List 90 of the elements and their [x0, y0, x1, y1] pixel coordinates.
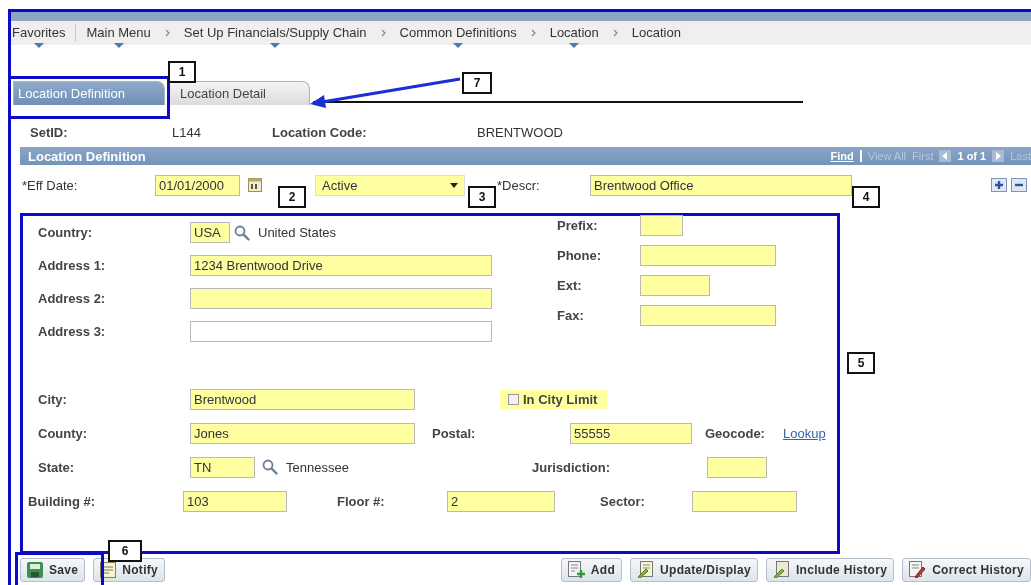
toolbar-button[interactable]: Add — [560, 557, 623, 582]
next-icon[interactable] — [992, 150, 1005, 162]
callout-number: 1 — [168, 61, 196, 83]
location-code-value: BRENTWOOD — [477, 124, 563, 140]
field-label: Phone: — [557, 247, 603, 263]
field-label: Fax: — [557, 307, 585, 323]
field-label: State: — [38, 459, 76, 475]
text-field[interactable] — [640, 214, 683, 236]
country-name: United States — [258, 225, 337, 240]
field-label: Sector: — [600, 493, 646, 509]
breadcrumb-link[interactable]: Common Definitions — [399, 24, 517, 42]
chevron-icon — [612, 29, 618, 37]
field-label: Floor #: — [337, 493, 386, 509]
field-label: Address 1: — [38, 258, 107, 273]
callout-number: 6 — [108, 540, 142, 562]
delete-row-icon[interactable] — [1011, 178, 1027, 192]
chevron-icon — [380, 29, 386, 37]
field-label: Prefix: — [557, 217, 599, 233]
text-field[interactable]: 1234 Brentwood Drive — [190, 255, 492, 276]
checkbox[interactable] — [508, 393, 519, 405]
toolbar-button[interactable]: Correct History — [902, 557, 1031, 582]
tab[interactable]: Location Detail — [168, 81, 310, 105]
toolbar-button[interactable]: Update/Display — [630, 557, 758, 582]
state-name: Tennessee — [286, 459, 349, 475]
field-label: Country: — [38, 225, 94, 240]
breadcrumb-link[interactable]: Favorites — [12, 24, 66, 42]
text-field[interactable]: Brentwood Office — [590, 174, 852, 196]
in-city-limit-checkbox[interactable]: In City Limit — [500, 389, 608, 409]
dropdown-caret-icon[interactable] — [453, 42, 464, 48]
descr-label: *Descr: — [497, 177, 541, 193]
text-field[interactable]: 01/01/2000 — [155, 174, 240, 196]
breadcrumb-link[interactable]: Location — [549, 24, 599, 42]
callout-number: 7 — [462, 72, 492, 94]
text-field[interactable]: Jones — [190, 422, 415, 444]
setid-value: L144 — [172, 124, 202, 140]
text-field[interactable] — [190, 321, 492, 342]
text-field[interactable] — [707, 456, 767, 478]
field-label: County: — [38, 425, 89, 441]
dropdown-caret-icon — [450, 182, 458, 188]
text-field[interactable]: 103 — [183, 490, 287, 512]
chevron-icon — [164, 29, 170, 37]
text-field[interactable]: TN — [190, 456, 255, 478]
pencil-document-icon — [909, 561, 927, 578]
field-label: Address 2: — [38, 291, 107, 306]
pencil-document-icon — [637, 561, 655, 578]
save-button[interactable]: Save — [20, 557, 86, 582]
page-count: 1 of 1 — [957, 150, 987, 162]
location-code-label: Location Code: — [272, 124, 368, 140]
checkbox-label: In City Limit — [523, 391, 598, 407]
field-label: Ext: — [557, 277, 583, 293]
breadcrumb-link[interactable]: Set Up Financials/Supply Chain — [183, 24, 367, 42]
text-field[interactable] — [640, 304, 776, 326]
add-row-icon[interactable] — [991, 178, 1007, 192]
text-field[interactable]: USA — [190, 222, 230, 243]
field-label: Building #: — [28, 493, 97, 509]
text-field[interactable]: 55555 — [570, 422, 692, 444]
add-document-icon — [567, 561, 585, 578]
search-icon[interactable] — [234, 224, 250, 241]
text-field[interactable] — [190, 288, 492, 309]
field-label: Postal: — [432, 425, 477, 441]
callout-number: 5 — [847, 352, 875, 374]
previous-icon[interactable] — [939, 150, 952, 162]
breadcrumb-link[interactable]: Location — [631, 24, 681, 42]
callout-number: 3 — [468, 186, 496, 208]
chevron-icon — [530, 29, 536, 37]
search-icon[interactable] — [262, 459, 278, 475]
text-field[interactable]: Brentwood — [190, 388, 415, 410]
field-label: Address 3: — [38, 324, 107, 339]
callout-number: 4 — [852, 186, 880, 208]
calendar-icon[interactable] — [248, 178, 262, 192]
field-label: Geocode: — [705, 425, 766, 441]
dropdown-caret-icon[interactable] — [270, 42, 281, 48]
breadcrumb-link[interactable]: Main Menu — [86, 24, 151, 42]
field-label: Jurisdiction: — [532, 459, 611, 475]
text-field[interactable]: 2 — [447, 490, 555, 512]
lookup-link[interactable]: Lookup — [783, 425, 826, 441]
dropdown-caret-icon[interactable] — [113, 42, 124, 48]
pencil-document-icon — [772, 561, 790, 578]
eff-date-label: *Eff Date: — [22, 177, 79, 193]
setid-label: SetID: — [30, 124, 69, 140]
field-label: City: — [38, 391, 68, 407]
text-field[interactable] — [640, 244, 776, 266]
toolbar-button[interactable]: Include History — [765, 557, 895, 582]
section-title: Location Definition — [28, 148, 146, 164]
dropdown-caret-icon[interactable] — [33, 42, 44, 48]
text-field[interactable] — [692, 490, 797, 512]
callout-number: 2 — [278, 186, 306, 208]
text-field[interactable] — [640, 274, 710, 296]
status-dropdown[interactable]: Active — [315, 174, 465, 196]
dropdown-caret-icon[interactable] — [569, 42, 580, 48]
